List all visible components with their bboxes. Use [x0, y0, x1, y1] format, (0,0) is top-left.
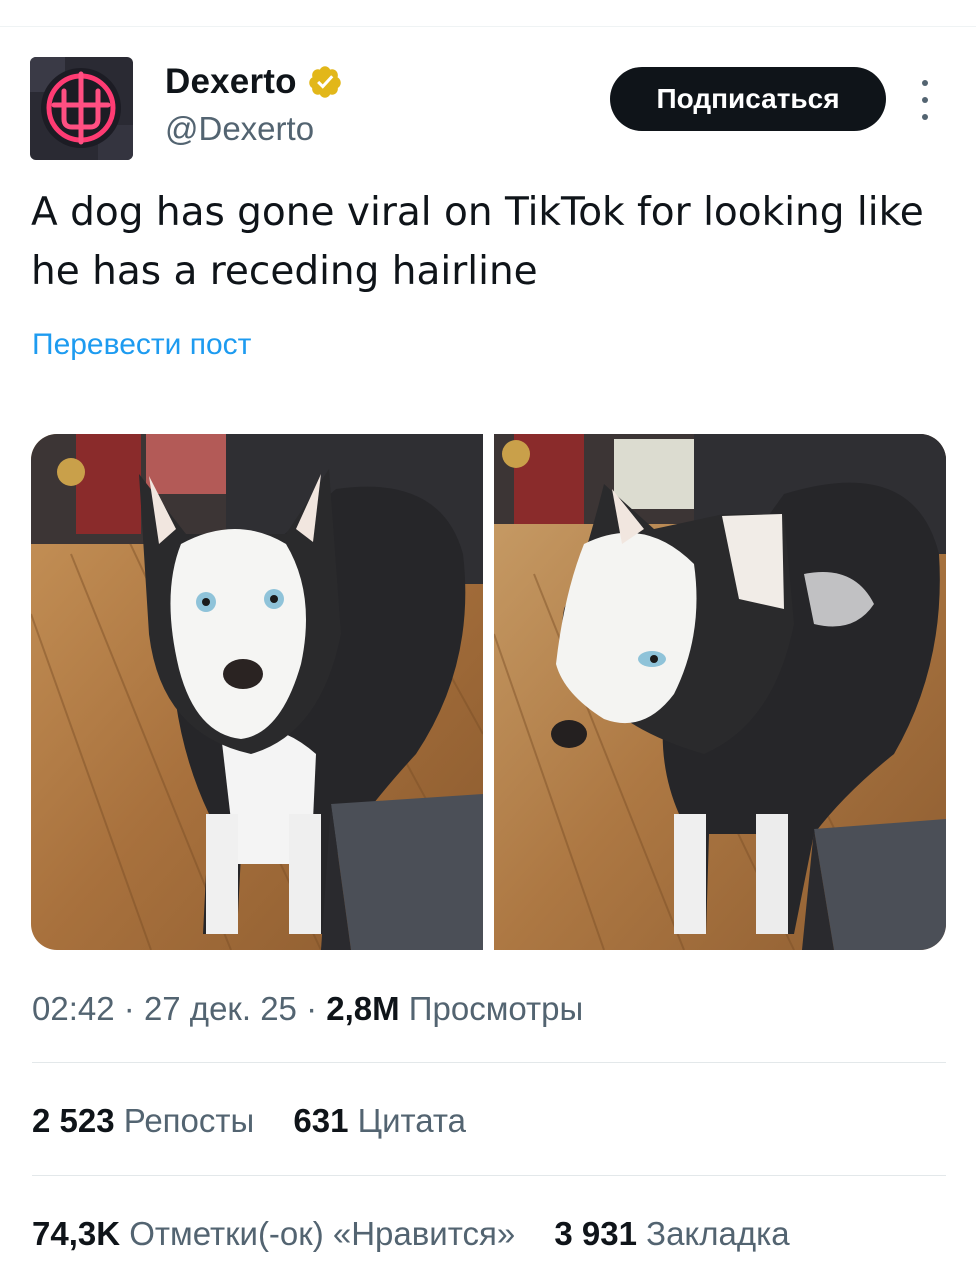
tweet-date[interactable]: 27 дек. 25	[144, 990, 297, 1027]
tweet-text: A dog has gone viral on TikTok for looki…	[31, 190, 924, 294]
dog-photo-front[interactable]	[31, 434, 483, 950]
views-count: 2,8M	[326, 990, 400, 1027]
reposts-stat[interactable]: 2 523 Репосты	[32, 1102, 254, 1139]
translate-post-link[interactable]: Перевести пост	[32, 328, 251, 362]
quotes-label: Цитата	[357, 1102, 466, 1139]
quotes-count: 631	[293, 1102, 349, 1139]
meta-separator: ·	[306, 990, 318, 1027]
bookmarks-label: Закладка	[646, 1215, 790, 1252]
divider	[32, 1175, 946, 1176]
likes-label: Отметки(-ок) «Нравится»	[129, 1215, 516, 1252]
bookmarks-stat[interactable]: 3 931 Закладка	[554, 1215, 789, 1252]
follow-button[interactable]: Подписаться	[610, 67, 886, 131]
tweet-media[interactable]	[31, 434, 946, 950]
bookmarks-count: 3 931	[554, 1215, 637, 1252]
dexerto-logo	[30, 57, 133, 160]
likes-stat[interactable]: 74,3K Отметки(-ок) «Нравится»	[32, 1215, 515, 1252]
verified-badge-icon	[308, 66, 341, 98]
author-name-row[interactable]: Dexerto	[165, 62, 343, 102]
avatar[interactable]	[30, 57, 133, 160]
dog-photo-side[interactable]	[494, 434, 946, 950]
tweet-meta: 02:42 · 27 дек. 25 · 2,8M Просмотры	[32, 990, 583, 1028]
meta-separator: ·	[123, 990, 135, 1027]
tweet-time[interactable]: 02:42	[32, 990, 115, 1027]
reposts-count: 2 523	[32, 1102, 115, 1139]
more-vertical-icon[interactable]	[912, 80, 938, 120]
author-handle[interactable]: @Dexerto	[165, 110, 314, 148]
reposts-label: Репосты	[123, 1102, 255, 1139]
stats-row-likes: 74,3K Отметки(-ок) «Нравится» 3 931 Закл…	[32, 1215, 820, 1253]
quotes-stat[interactable]: 631 Цитата	[293, 1102, 466, 1139]
views-label: Просмотры	[408, 990, 584, 1027]
likes-count: 74,3K	[32, 1215, 121, 1252]
display-name[interactable]: Dexerto	[165, 62, 297, 102]
stats-row-reposts: 2 523 Репосты 631 Цитата	[32, 1102, 496, 1140]
divider	[32, 1062, 946, 1063]
top-divider	[0, 26, 976, 27]
